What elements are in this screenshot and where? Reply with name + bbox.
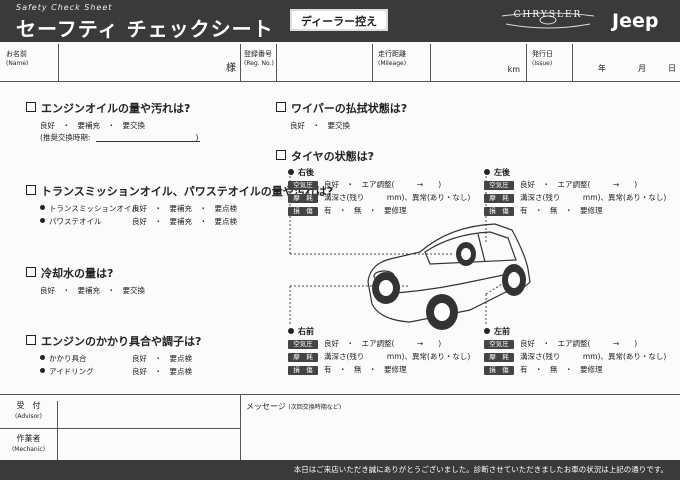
tire-rear-right: 右後 空気圧 良好 ・ エア調整( → ) 摩 耗溝深さ(残り mm)、異常(あり… — [288, 167, 470, 218]
header-bar: Safety Check Sheet セーフティ チェックシート ディーラー控え… — [0, 0, 680, 42]
wiper-options: 良好 ・ 要交換 — [290, 121, 350, 130]
reg-label-en: (Reg. No.) — [244, 60, 274, 67]
damage-badge: 損 傷 — [288, 207, 318, 216]
tire-front-left: 左前 空気圧 良好 ・ エア調整( → ) 摩 耗溝深さ(残り mm)、異常(あり… — [484, 326, 666, 377]
sama-suffix: 様 — [226, 63, 236, 74]
wear-badge: 摩 耗 — [288, 194, 318, 203]
damage-badge: 損 傷 — [484, 207, 514, 216]
damage-badge: 損 傷 — [288, 366, 318, 375]
km-unit: km — [507, 65, 520, 74]
power-steering-oil-options: 良好 ・ 要補充 ・ 要点検 — [132, 217, 237, 226]
name-label: お名前 — [6, 50, 27, 58]
chrysler-logo: CHRYSLER — [500, 10, 596, 30]
tire-air-row: 空気圧 良好 ・ エア調整( → ) — [288, 179, 468, 192]
issue-date-field[interactable]: 年 月 日 — [572, 44, 679, 81]
question-engine-oil: エンジンオイルの量や汚れは? — [26, 100, 190, 116]
checkbox-coolant[interactable] — [26, 267, 36, 277]
checkbox-wiper[interactable] — [276, 102, 286, 112]
tire-air-row: 空気圧 良好 ・ エア調整( → ) — [288, 338, 468, 351]
mechanic-label: 作業者 — [16, 434, 41, 443]
advisor-field[interactable] — [58, 395, 240, 428]
issue-label-cell: 発行日 (Issue) — [526, 44, 573, 81]
transmission-oil-options: 良好 ・ 要補充 ・ 要点検 — [132, 204, 237, 213]
idling-options: 良好 ・ 要点検 — [132, 367, 192, 376]
staff-message-section: 受 付 (Advisor) 作業者 (Mechanic) メッセージ (次回交換時期… — [0, 394, 680, 467]
question-tires: タイヤの状態は? — [276, 148, 374, 164]
footer-thanks: 本日はご来店いただき誠にありがとうございました。診断させていただきましたお車の状… — [0, 460, 680, 480]
name-label-en: (Name) — [6, 60, 29, 67]
month-unit: 月 — [638, 64, 646, 73]
safety-check-sheet: Safety Check Sheet セーフティ チェックシート ディーラー控え… — [0, 0, 680, 480]
wear-badge: 摩 耗 — [484, 353, 514, 362]
question-engine-start: エンジンのかかり具合や調子は? — [26, 333, 201, 349]
question-coolant: 冷却水の量は? — [26, 265, 113, 281]
name-label-cell: お名前 (Name) — [0, 44, 59, 81]
checkbox-engine-start[interactable] — [26, 335, 36, 345]
tire-damage-row: 損 傷有 ・ 無 ・ 要修理 — [484, 205, 664, 218]
sheet-title: セーフティ チェックシート — [16, 17, 274, 41]
mechanic-row: 作業者 (Mechanic) — [0, 428, 241, 467]
wear-badge: 摩 耗 — [288, 353, 318, 362]
tire-wear-row: 摩 耗溝深さ(残り mm)、異常(あり・なし) — [484, 192, 666, 205]
damage-badge: 損 傷 — [484, 366, 514, 375]
mechanic-label-en: (Mechanic) — [11, 446, 46, 453]
mileage-label-en: (Mileage) — [378, 60, 407, 67]
air-pressure-badge: 空気圧 — [484, 340, 514, 349]
idling-label: アイドリング — [40, 366, 94, 377]
tire-air-row: 空気圧 良好 ・ エア調整( → ) — [484, 338, 664, 351]
advisor-row: 受 付 (Advisor) — [0, 395, 241, 434]
reg-label-cell: 登録番号 (Reg. No.) — [240, 44, 277, 81]
checkbox-engine-oil[interactable] — [26, 102, 36, 112]
tire-front-right: 右前 空気圧 良好 ・ エア調整( → ) 摩 耗溝深さ(残り mm)、異常(あり… — [288, 326, 470, 377]
customer-info-row: お名前 (Name) 様 登録番号 (Reg. No.) 走行距離 (Mileage)… — [0, 44, 680, 82]
name-field[interactable]: 様 — [58, 44, 241, 81]
reg-field[interactable] — [276, 44, 373, 81]
tire-damage-row: 損 傷有 ・ 無 ・ 要修理 — [288, 205, 468, 218]
mileage-label-cell: 走行距離 (Mileage) — [372, 44, 431, 81]
jeep-logo: Jeep — [612, 10, 659, 32]
sheet-subtitle: Safety Check Sheet — [16, 3, 113, 12]
tire-name: 左前 — [494, 327, 510, 336]
recommended-date-line[interactable] — [96, 141, 200, 142]
tire-rear-left: 左後 空気圧 良好 ・ エア調整( → ) 摩 耗溝深さ(残り mm)、異常(あり… — [484, 167, 666, 218]
air-pressure-badge: 空気圧 — [484, 181, 514, 190]
tire-damage-row: 損 傷有 ・ 無 ・ 要修理 — [484, 364, 664, 377]
day-unit: 日 — [668, 64, 676, 73]
starting-label: かかり具合 — [40, 353, 87, 364]
checkbox-transmission-oil[interactable] — [26, 185, 36, 195]
reg-label: 登録番号 — [244, 50, 272, 58]
engine-oil-options: 良好 ・ 要補充 ・ 要交換 — [40, 121, 145, 130]
tire-name: 右前 — [298, 327, 314, 336]
air-pressure-badge: 空気圧 — [288, 340, 318, 349]
mechanic-field[interactable] — [58, 428, 240, 461]
starting-options: 良好 ・ 要点検 — [132, 354, 192, 363]
advisor-label-en: (Advisor) — [15, 413, 42, 420]
air-pressure-badge: 空気圧 — [288, 181, 318, 190]
transmission-oil-label: トランスミッションオイル — [40, 203, 139, 214]
tire-wear-row: 摩 耗溝深さ(残り mm)、異常(あり・なし) — [288, 192, 470, 205]
wear-badge: 摩 耗 — [484, 194, 514, 203]
tire-air-row: 空気圧 良好 ・ エア調整( → ) — [484, 179, 664, 192]
tire-wear-row: 摩 耗溝深さ(残り mm)、異常(あり・なし) — [288, 351, 470, 364]
mileage-field[interactable]: km — [430, 44, 527, 81]
year-unit: 年 — [598, 64, 606, 73]
mileage-label: 走行距離 — [378, 50, 406, 58]
coolant-options: 良好 ・ 要補充 ・ 要交換 — [40, 286, 145, 295]
tire-wear-row: 摩 耗溝深さ(残り mm)、異常(あり・なし) — [484, 351, 666, 364]
power-steering-oil-label: パワステオイル — [40, 216, 102, 227]
issue-label: 発行日 — [532, 50, 553, 58]
checkbox-tires[interactable] — [276, 150, 286, 160]
chrysler-wordmark: CHRYSLER — [513, 10, 583, 20]
advisor-label: 受 付 — [16, 401, 41, 410]
dealer-copy-label: ディーラー控え — [290, 9, 388, 31]
tire-damage-row: 損 傷有 ・ 無 ・ 要修理 — [288, 364, 468, 377]
issue-label-en: (Issue) — [532, 60, 553, 67]
tire-name: 左後 — [494, 168, 510, 177]
message-field[interactable] — [241, 395, 679, 461]
tire-name: 右後 — [298, 168, 314, 177]
question-wiper: ワイパーの払拭状態は? — [276, 100, 407, 116]
